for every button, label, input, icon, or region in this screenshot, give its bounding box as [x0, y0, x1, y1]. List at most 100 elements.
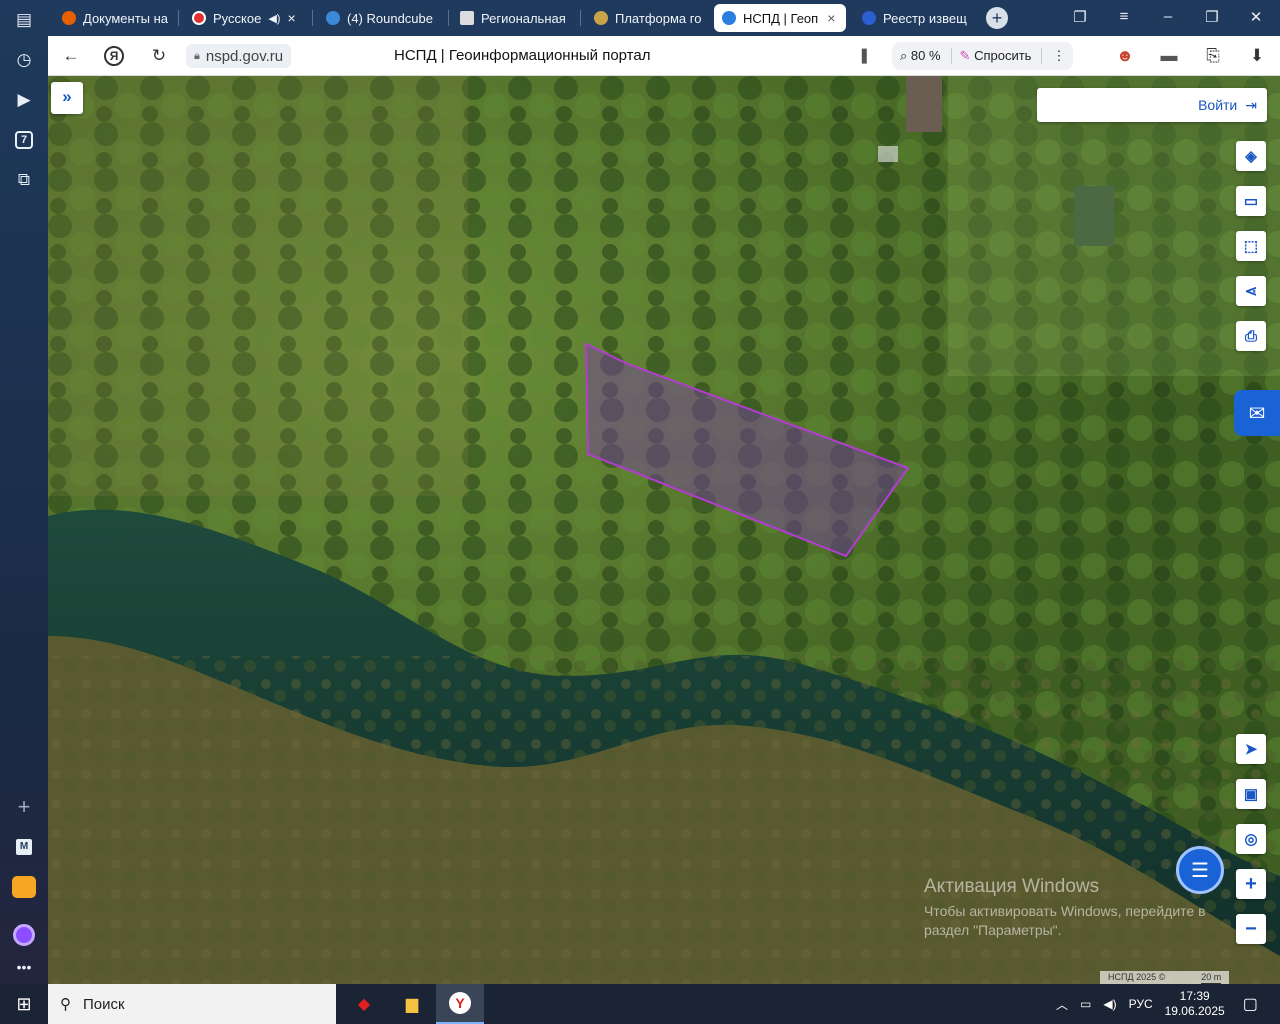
pdf-reader-icon[interactable]: ◆ [340, 984, 388, 1024]
ask-button[interactable]: ✎ Спросить [950, 48, 1032, 64]
tab-label: Документы на [83, 10, 169, 26]
menu-icon[interactable]: ≡ [1114, 8, 1134, 25]
watermark-title: Активация Windows [924, 876, 1100, 897]
feedback-button[interactable]: ✉ [1234, 390, 1280, 436]
tab-label: Платформа го [615, 10, 702, 26]
tab-roundcube[interactable]: (4) Roundcube [318, 4, 442, 32]
windows-start-icon[interactable]: ⊞ [0, 984, 48, 1024]
bookmark-icon[interactable]: ❚ [858, 46, 871, 64]
close-icon[interactable]: × [287, 10, 295, 26]
search-placeholder: Поиск [83, 995, 125, 1013]
collections-icon[interactable]: ❐ [1070, 8, 1090, 26]
calendar-icon[interactable]: 7 [8, 124, 40, 156]
notifications-icon[interactable]: ▢ [1243, 994, 1258, 1014]
network-icon[interactable]: ▭ [1080, 997, 1091, 1011]
file-explorer-icon[interactable]: ▆ [388, 984, 436, 1024]
media-icon[interactable]: ▶ [8, 84, 40, 116]
search-icon: ⚲ [60, 996, 71, 1013]
copyright-text: НСПД 2025 © [1108, 972, 1166, 982]
print-icon[interactable]: ⎙ [1236, 321, 1266, 351]
tab-label: Региональная [481, 10, 566, 26]
browser-toolbar: ← Я ↻ 🔒︎ nspd.gov.ru НСПД | Геоинформаци… [48, 36, 1280, 76]
tab-regional[interactable]: Региональная [452, 4, 574, 32]
map-view[interactable]: » Войти ⇥ ◈ ▭ ⬚ ⋖ ⎙ ✉ ➤ ▣ ◎ + − ☰ Актива… [48, 76, 1280, 984]
window-close-icon[interactable]: ✕ [1246, 8, 1266, 26]
minimap-icon[interactable]: ▣ [1236, 779, 1266, 809]
windows-activation-watermark: Активация Windows Чтобы активировать Win… [924, 876, 1244, 940]
history-icon[interactable]: ◷ [8, 44, 40, 76]
more-options-icon[interactable]: ⋮ [1041, 48, 1065, 64]
speaker-icon[interactable]: ◀) [268, 12, 280, 25]
login-icon: ⇥ [1245, 96, 1257, 113]
satellite-imagery [48, 76, 1280, 984]
new-tab-button[interactable]: + [986, 7, 1008, 29]
share-icon[interactable]: ⋖ [1236, 276, 1266, 306]
login-button[interactable]: Войти ⇥ [1037, 88, 1267, 122]
close-icon[interactable]: × [827, 10, 835, 26]
geolocation-icon[interactable]: ◎ [1236, 824, 1266, 854]
mail-service-icon[interactable]: M [8, 831, 40, 863]
locate-icon[interactable]: ➤ [1236, 734, 1266, 764]
yandex-home-icon[interactable]: Я [104, 46, 124, 66]
roundcube-icon [326, 11, 340, 25]
reload-icon[interactable]: ↻ [148, 45, 170, 67]
tab-label: Русское [213, 10, 262, 26]
url-text: nspd.gov.ru [205, 47, 284, 65]
calendar-badge: 7 [15, 131, 33, 149]
yandex-browser-icon[interactable]: Y [436, 984, 484, 1024]
windows-taskbar: ⊞ ⚲ Поиск ◆ ▆ Y ︿ ▭ ◀) РУС 17:39 19.06.2… [0, 984, 1280, 1024]
expand-panel-button[interactable]: » [51, 82, 83, 114]
browser-sidebar: ▤ ◷ ▶ 7 ⧉ + M ••• [0, 0, 48, 984]
login-label: Войти [1198, 97, 1238, 113]
tab-platform[interactable]: Платформа го [586, 4, 710, 32]
mail-letter: M [16, 839, 32, 855]
zoom-ask-group: ⌕ 80 % ✎ Спросить ⋮ [892, 42, 1074, 70]
map-attribution: НСПД 2025 © 20 m [1100, 971, 1230, 984]
volume-icon[interactable]: ◀) [1103, 997, 1116, 1011]
nspd-icon [722, 11, 736, 25]
lock-icon: 🔒︎ [194, 49, 200, 62]
extension-icon[interactable]: ☻ [1114, 45, 1136, 67]
tab-nspd[interactable]: НСПД | Геоп × [714, 4, 846, 32]
address-bar[interactable]: 🔒︎ nspd.gov.ru [186, 44, 292, 68]
ask-label: Спросить [974, 48, 1032, 63]
tab-russkoe[interactable]: Русское ◀) × [184, 4, 306, 32]
alice-icon[interactable] [8, 919, 40, 951]
audio-site-icon [192, 11, 206, 25]
ask-icon: ✎ [959, 48, 975, 63]
taskbar-search[interactable]: ⚲ Поиск [48, 984, 336, 1024]
clock[interactable]: 17:39 19.06.2025 [1165, 989, 1225, 1019]
more-icon[interactable]: ••• [8, 951, 40, 983]
mail-app-icon[interactable] [8, 871, 40, 903]
minimize-icon[interactable]: – [1158, 8, 1178, 25]
registry-icon [862, 11, 876, 25]
translate-icon[interactable]: ⎘ [1202, 45, 1224, 67]
firefox-icon [62, 11, 76, 25]
restore-icon[interactable]: ❐ [1202, 8, 1222, 26]
back-icon[interactable]: ← [60, 45, 82, 67]
emblem-icon [594, 11, 608, 25]
system-tray: ︿ ▭ ◀) РУС 17:39 19.06.2025 ▢ [1056, 984, 1258, 1024]
zoom-level[interactable]: ⌕ 80 % [900, 48, 941, 64]
tabs-list-icon[interactable]: ▤ [8, 4, 40, 36]
magnifier-icon: ⌕ [900, 48, 911, 63]
add-panel-icon[interactable]: + [8, 791, 40, 823]
tab-registry[interactable]: Реестр извещ [854, 4, 978, 32]
tray-expand-icon[interactable]: ︿ [1056, 996, 1068, 1013]
layers-icon[interactable]: ◈ [1236, 141, 1266, 171]
downloads-icon[interactable]: ⬇ [1246, 45, 1268, 67]
account-icon[interactable]: ▬ [1158, 45, 1180, 67]
feedback-icon: ✉ [1248, 402, 1266, 425]
page-icon [460, 11, 474, 25]
area-select-icon[interactable]: ⬚ [1236, 231, 1266, 261]
tab-documents[interactable]: Документы на [54, 4, 172, 32]
language-indicator[interactable]: РУС [1129, 997, 1153, 1011]
ruler-icon[interactable]: ▭ [1236, 186, 1266, 216]
clock-date: 19.06.2025 [1164, 1004, 1225, 1018]
clock-time: 17:39 [1179, 989, 1210, 1003]
zoom-value: 80 % [910, 48, 941, 63]
tab-label: НСПД | Геоп [743, 10, 819, 26]
screenshot-icon[interactable]: ⧉ [8, 164, 40, 196]
page-title: НСПД | Геоинформационный портал [394, 47, 651, 64]
scale-bar: 20 m [1201, 972, 1222, 984]
